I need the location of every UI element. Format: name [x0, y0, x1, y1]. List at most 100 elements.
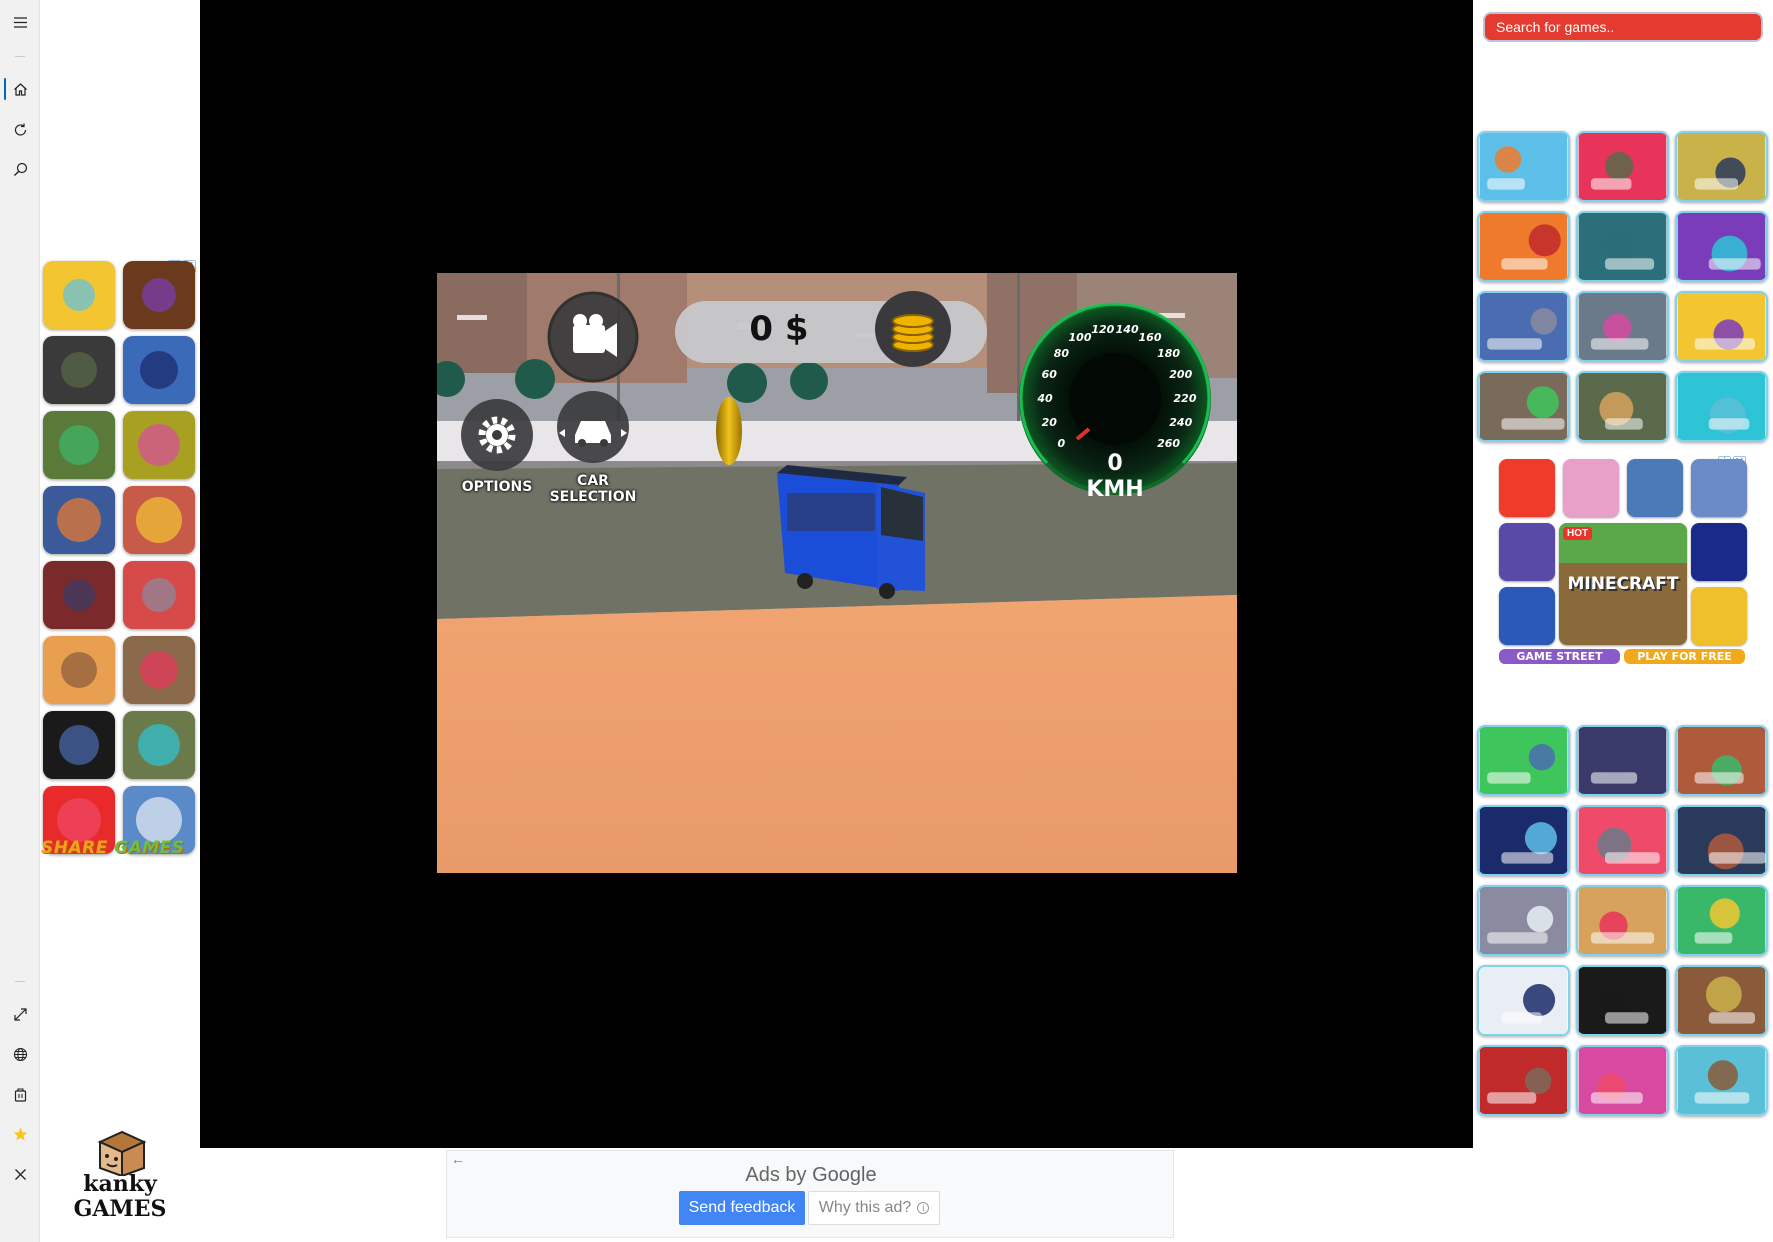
rail-separator [15, 981, 25, 982]
top-game-tile[interactable] [1576, 291, 1669, 362]
menu-button[interactable] [0, 2, 40, 42]
bottom-game-tile[interactable] [1675, 885, 1768, 956]
street-ad-game-tile[interactable] [1627, 459, 1683, 517]
tile-thumbnail [140, 651, 178, 689]
fullscreen-button[interactable] [0, 994, 40, 1034]
street-ad-game-tile[interactable] [1691, 523, 1747, 581]
bottom-game-tile[interactable] [1675, 1045, 1768, 1116]
left-ad-game-tile[interactable] [123, 636, 195, 704]
tile-thumbnail [138, 724, 180, 766]
speedometer-ticks: 0 20 40 60 80 100 120 140 160 180 200 220 240 260 [437, 273, 1237, 873]
left-ad-game-tile[interactable] [123, 486, 195, 554]
tile-thumbnail [1578, 373, 1667, 440]
minecraft-label: MINECRAFT [1567, 574, 1679, 594]
language-button[interactable] [0, 1034, 40, 1074]
left-ad-game-tile[interactable] [43, 411, 115, 479]
street-ad-game-tile[interactable] [1499, 587, 1555, 645]
top-game-tile[interactable] [1576, 371, 1669, 442]
street-ad-game-tile[interactable] [1499, 523, 1555, 581]
bottom-game-tile[interactable] [1477, 885, 1570, 956]
kanky-games-logo[interactable]: kanky GAMES [70, 1128, 170, 1228]
tile-thumbnail [136, 497, 182, 543]
tile-thumbnail [138, 424, 180, 466]
left-ad-game-tile[interactable] [123, 561, 195, 629]
tile-thumbnail [1578, 133, 1667, 200]
street-ad-game-tile[interactable] [1691, 459, 1747, 517]
speedometer-tick-label: 40 [1037, 392, 1053, 405]
play-for-free-label[interactable]: PLAY FOR FREE [1624, 649, 1745, 664]
left-ad-grid [41, 261, 199, 861]
logo-cube-icon [97, 1130, 147, 1176]
tile-thumbnail [1677, 373, 1766, 440]
history-button[interactable] [0, 109, 40, 149]
search-rail-button[interactable] [0, 149, 40, 189]
home-button[interactable] [0, 69, 40, 109]
speedometer-tick-label: 160 [1138, 331, 1162, 345]
tile-thumbnail [1479, 727, 1568, 794]
street-ad-game-tile[interactable] [1691, 587, 1747, 645]
why-this-ad-button[interactable]: Why this ad? i [808, 1191, 940, 1225]
top-game-tile[interactable] [1477, 291, 1570, 362]
favorite-button[interactable] [0, 1114, 40, 1154]
left-ad-game-tile[interactable] [43, 561, 115, 629]
tile-thumbnail [59, 725, 99, 765]
bottom-game-tile[interactable] [1675, 725, 1768, 796]
tile-thumbnail [142, 578, 176, 612]
bottom-game-tile[interactable] [1576, 965, 1669, 1036]
left-ad-game-tile[interactable] [123, 336, 195, 404]
why-this-ad-label: Why this ad? [818, 1199, 912, 1216]
speedometer-tick-label: 60 [1041, 368, 1057, 382]
top-game-tile[interactable] [1477, 131, 1570, 202]
top-game-tile[interactable] [1675, 291, 1768, 362]
bottom-game-tile[interactable] [1576, 725, 1669, 796]
close-button[interactable] [0, 1154, 40, 1194]
bottom-game-tile[interactable] [1477, 1045, 1570, 1116]
rail-separator [15, 56, 25, 57]
minecraft-tile[interactable]: MINECRAFT HOT [1559, 523, 1687, 645]
street-ad-game-tile[interactable] [1563, 459, 1619, 517]
left-ad-game-tile[interactable] [43, 336, 115, 404]
left-ad-game-tile[interactable] [43, 636, 115, 704]
bottom-game-tile[interactable] [1675, 965, 1768, 1036]
refresh-icon [14, 123, 26, 136]
tile-thumbnail [1677, 213, 1766, 280]
bottom-game-tile[interactable] [1576, 885, 1669, 956]
game-street-ad[interactable]: GAME STREET PLAY FOR FREE MINECRAFT HOT [1497, 455, 1749, 667]
left-ad-game-tile[interactable] [123, 261, 195, 329]
left-ad-game-tile[interactable] [43, 486, 115, 554]
bottom-game-tile[interactable] [1477, 805, 1570, 876]
google-ads-panel: ← Ads by Google Send feedback Why this a… [446, 1150, 1174, 1238]
top-game-tile[interactable] [1576, 211, 1669, 282]
tile-thumbnail [140, 351, 178, 389]
left-ad-game-tile[interactable] [123, 711, 195, 779]
tile-thumbnail [1479, 967, 1568, 1034]
tile-thumbnail [1677, 727, 1766, 794]
left-ad-game-tile[interactable] [43, 261, 115, 329]
search-input[interactable] [1483, 12, 1763, 42]
bottom-game-tile[interactable] [1675, 805, 1768, 876]
bottom-game-tile[interactable] [1576, 1045, 1669, 1116]
tile-thumbnail [1677, 967, 1766, 1034]
tile-thumbnail [59, 425, 99, 465]
tile-thumbnail [1479, 807, 1568, 874]
game-canvas[interactable]: 0 $ OPTIONS CAR SELECTION 0 KMH 0 20 40 60 8… [437, 273, 1237, 873]
top-game-tile[interactable] [1675, 211, 1768, 282]
top-game-tile[interactable] [1675, 371, 1768, 442]
top-game-tile[interactable] [1477, 211, 1570, 282]
bottom-game-tile[interactable] [1477, 725, 1570, 796]
send-feedback-button[interactable]: Send feedback [679, 1191, 805, 1225]
bag-button[interactable] [0, 1074, 40, 1114]
street-ad-game-tile[interactable] [1499, 459, 1555, 517]
left-ad-game-tile[interactable] [43, 711, 115, 779]
speedometer-tick-label: 0 [1057, 436, 1066, 450]
top-game-tile[interactable] [1576, 131, 1669, 202]
left-ad-game-tile[interactable] [123, 411, 195, 479]
share-games-banner[interactable]: SHARE GAMES [41, 838, 201, 862]
tile-thumbnail [1479, 213, 1568, 280]
top-game-tile[interactable] [1675, 131, 1768, 202]
speedometer-tick-label: 220 [1173, 392, 1197, 405]
top-game-tile[interactable] [1477, 371, 1570, 442]
bottom-game-tile[interactable] [1576, 805, 1669, 876]
search-icon [13, 162, 27, 176]
bottom-game-tile[interactable] [1477, 965, 1570, 1036]
